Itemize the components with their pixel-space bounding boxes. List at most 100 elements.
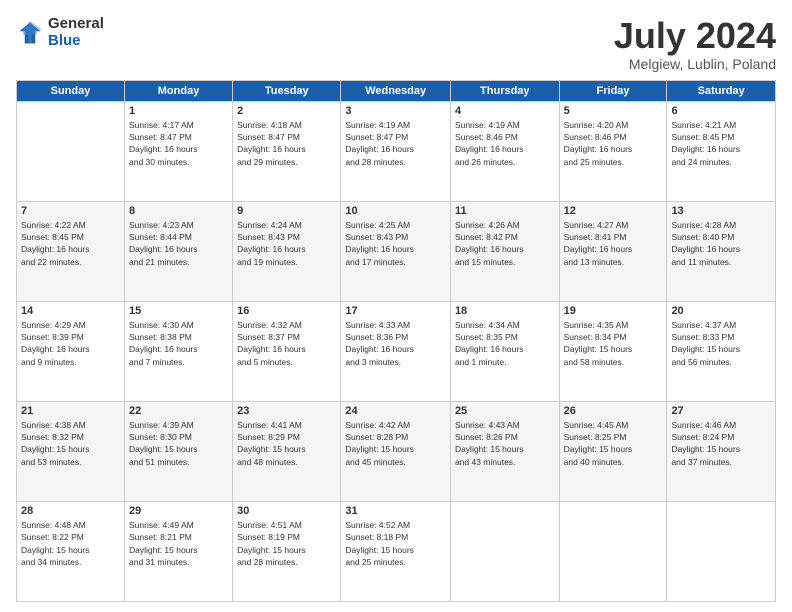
calendar-cell: 31 Sunrise: 4:52 AM Sunset: 8:18 PM Dayli…: [341, 501, 451, 601]
day-info: Sunrise: 4:20 AM Sunset: 8:46 PM Dayligh…: [564, 119, 663, 168]
day-info: Sunrise: 4:24 AM Sunset: 8:43 PM Dayligh…: [237, 219, 336, 268]
day-number: 31: [345, 505, 446, 517]
day-number: 28: [21, 505, 120, 517]
logo: General Blue: [16, 16, 104, 49]
day-number: 7: [21, 205, 120, 217]
col-monday: Monday: [124, 80, 232, 101]
calendar-cell: 25Sunrise: 4:43 AM Sunset: 8:26 PM Dayli…: [450, 401, 559, 501]
logo-general-text: General: [48, 16, 104, 33]
day-info: Sunrise: 4:22 AM Sunset: 8:45 PM Dayligh…: [21, 219, 120, 268]
calendar-cell: 16 Sunrise: 4:32 AM Sunset: 8:37 PM Dayli…: [233, 301, 341, 401]
main-title: July 2024: [614, 16, 776, 56]
day-info: Sunrise: 4:38 AM Sunset: 8:32 PM Dayligh…: [21, 419, 120, 468]
day-number: 2: [237, 105, 336, 117]
subtitle: Melgiew, Lublin, Poland: [614, 56, 776, 72]
calendar-cell: 22 Sunrise: 4:39 AM Sunset: 8:30 PM Dayli…: [124, 401, 232, 501]
day-number: 14: [21, 305, 120, 317]
day-number: 8: [129, 205, 228, 217]
day-number: 4: [455, 105, 555, 117]
day-info: Sunrise: 4:19 AM Sunset: 8:46 PM Dayligh…: [455, 119, 555, 168]
day-info: Sunrise: 4:46 AM Sunset: 8:24 PM Dayligh…: [671, 419, 771, 468]
day-number: 25: [455, 405, 555, 417]
calendar-cell: 2Sunrise: 4:18 AM Sunset: 8:47 PM Daylig…: [233, 101, 341, 201]
day-info: Sunrise: 4:41 AM Sunset: 8:29 PM Dayligh…: [237, 419, 336, 468]
calendar-week-1: 1 Sunrise: 4:17 AM Sunset: 8:47 PM Daylig…: [17, 101, 776, 201]
day-info: Sunrise: 4:52 AM Sunset: 8:18 PM Dayligh…: [345, 519, 446, 568]
calendar-cell: 9Sunrise: 4:24 AM Sunset: 8:43 PM Daylig…: [233, 201, 341, 301]
calendar-cell: 19Sunrise: 4:35 AM Sunset: 8:34 PM Dayli…: [559, 301, 667, 401]
day-info: Sunrise: 4:39 AM Sunset: 8:30 PM Dayligh…: [129, 419, 228, 468]
calendar-cell: 29Sunrise: 4:49 AM Sunset: 8:21 PM Dayli…: [124, 501, 232, 601]
day-number: 3: [345, 105, 446, 117]
day-number: 11: [455, 205, 555, 217]
day-number: 19: [564, 305, 663, 317]
calendar-week-4: 21 Sunrise: 4:38 AM Sunset: 8:32 PM Dayli…: [17, 401, 776, 501]
calendar-cell: 6 Sunrise: 4:21 AM Sunset: 8:45 PM Daylig…: [667, 101, 776, 201]
calendar-cell: 20Sunrise: 4:37 AM Sunset: 8:33 PM Dayli…: [667, 301, 776, 401]
col-friday: Friday: [559, 80, 667, 101]
calendar-cell: 26 Sunrise: 4:45 AM Sunset: 8:25 PM Dayli…: [559, 401, 667, 501]
calendar-cell: 10 Sunrise: 4:25 AM Sunset: 8:43 PM Dayli…: [341, 201, 451, 301]
calendar-cell: 5 Sunrise: 4:20 AM Sunset: 8:46 PM Daylig…: [559, 101, 667, 201]
day-info: Sunrise: 4:42 AM Sunset: 8:28 PM Dayligh…: [345, 419, 446, 468]
day-number: 6: [671, 105, 771, 117]
day-number: 22: [129, 405, 228, 417]
col-saturday: Saturday: [667, 80, 776, 101]
col-tuesday: Tuesday: [233, 80, 341, 101]
day-number: 27: [671, 405, 771, 417]
calendar-table: Sunday Monday Tuesday Wednesday Thursday…: [16, 80, 776, 602]
calendar-cell: 18 Sunrise: 4:34 AM Sunset: 8:35 PM Dayli…: [450, 301, 559, 401]
calendar-cell: 21 Sunrise: 4:38 AM Sunset: 8:32 PM Dayli…: [17, 401, 125, 501]
title-block: July 2024 Melgiew, Lublin, Poland: [614, 16, 776, 72]
day-info: Sunrise: 4:32 AM Sunset: 8:37 PM Dayligh…: [237, 319, 336, 368]
day-number: 13: [671, 205, 771, 217]
calendar-week-2: 7 Sunrise: 4:22 AM Sunset: 8:45 PM Daylig…: [17, 201, 776, 301]
page: General Blue July 2024 Melgiew, Lublin, …: [0, 0, 792, 612]
day-number: 21: [21, 405, 120, 417]
calendar-cell: 12Sunrise: 4:27 AM Sunset: 8:41 PM Dayli…: [559, 201, 667, 301]
day-info: Sunrise: 4:21 AM Sunset: 8:45 PM Dayligh…: [671, 119, 771, 168]
calendar-cell: 3 Sunrise: 4:19 AM Sunset: 8:47 PM Daylig…: [341, 101, 451, 201]
day-number: 26: [564, 405, 663, 417]
logo-text: General Blue: [48, 16, 104, 49]
day-info: Sunrise: 4:25 AM Sunset: 8:43 PM Dayligh…: [345, 219, 446, 268]
header: General Blue July 2024 Melgiew, Lublin, …: [16, 16, 776, 72]
calendar-cell: 14 Sunrise: 4:29 AM Sunset: 8:39 PM Dayli…: [17, 301, 125, 401]
day-info: Sunrise: 4:28 AM Sunset: 8:40 PM Dayligh…: [671, 219, 771, 268]
day-info: Sunrise: 4:26 AM Sunset: 8:42 PM Dayligh…: [455, 219, 555, 268]
logo-blue-text: Blue: [48, 33, 104, 50]
day-info: Sunrise: 4:34 AM Sunset: 8:35 PM Dayligh…: [455, 319, 555, 368]
calendar-cell: 23Sunrise: 4:41 AM Sunset: 8:29 PM Dayli…: [233, 401, 341, 501]
day-number: 5: [564, 105, 663, 117]
day-info: Sunrise: 4:49 AM Sunset: 8:21 PM Dayligh…: [129, 519, 228, 568]
day-info: Sunrise: 4:17 AM Sunset: 8:47 PM Dayligh…: [129, 119, 228, 168]
day-number: 16: [237, 305, 336, 317]
calendar-cell: 28 Sunrise: 4:48 AM Sunset: 8:22 PM Dayli…: [17, 501, 125, 601]
day-number: 1: [129, 105, 228, 117]
calendar-cell: 24 Sunrise: 4:42 AM Sunset: 8:28 PM Dayli…: [341, 401, 451, 501]
calendar-cell: [559, 501, 667, 601]
day-info: Sunrise: 4:19 AM Sunset: 8:47 PM Dayligh…: [345, 119, 446, 168]
day-number: 17: [345, 305, 446, 317]
calendar-cell: [450, 501, 559, 601]
calendar-cell: [667, 501, 776, 601]
calendar-week-3: 14 Sunrise: 4:29 AM Sunset: 8:39 PM Dayli…: [17, 301, 776, 401]
day-info: Sunrise: 4:48 AM Sunset: 8:22 PM Dayligh…: [21, 519, 120, 568]
calendar-cell: 11 Sunrise: 4:26 AM Sunset: 8:42 PM Dayli…: [450, 201, 559, 301]
col-thursday: Thursday: [450, 80, 559, 101]
header-row: Sunday Monday Tuesday Wednesday Thursday…: [17, 80, 776, 101]
calendar-week-5: 28 Sunrise: 4:48 AM Sunset: 8:22 PM Dayli…: [17, 501, 776, 601]
day-number: 24: [345, 405, 446, 417]
calendar-cell: 13 Sunrise: 4:28 AM Sunset: 8:40 PM Dayli…: [667, 201, 776, 301]
day-number: 10: [345, 205, 446, 217]
day-info: Sunrise: 4:30 AM Sunset: 8:38 PM Dayligh…: [129, 319, 228, 368]
col-wednesday: Wednesday: [341, 80, 451, 101]
logo-icon: [16, 19, 44, 47]
day-info: Sunrise: 4:29 AM Sunset: 8:39 PM Dayligh…: [21, 319, 120, 368]
day-number: 18: [455, 305, 555, 317]
day-info: Sunrise: 4:45 AM Sunset: 8:25 PM Dayligh…: [564, 419, 663, 468]
col-sunday: Sunday: [17, 80, 125, 101]
day-number: 30: [237, 505, 336, 517]
day-info: Sunrise: 4:27 AM Sunset: 8:41 PM Dayligh…: [564, 219, 663, 268]
calendar-cell: 4 Sunrise: 4:19 AM Sunset: 8:46 PM Daylig…: [450, 101, 559, 201]
